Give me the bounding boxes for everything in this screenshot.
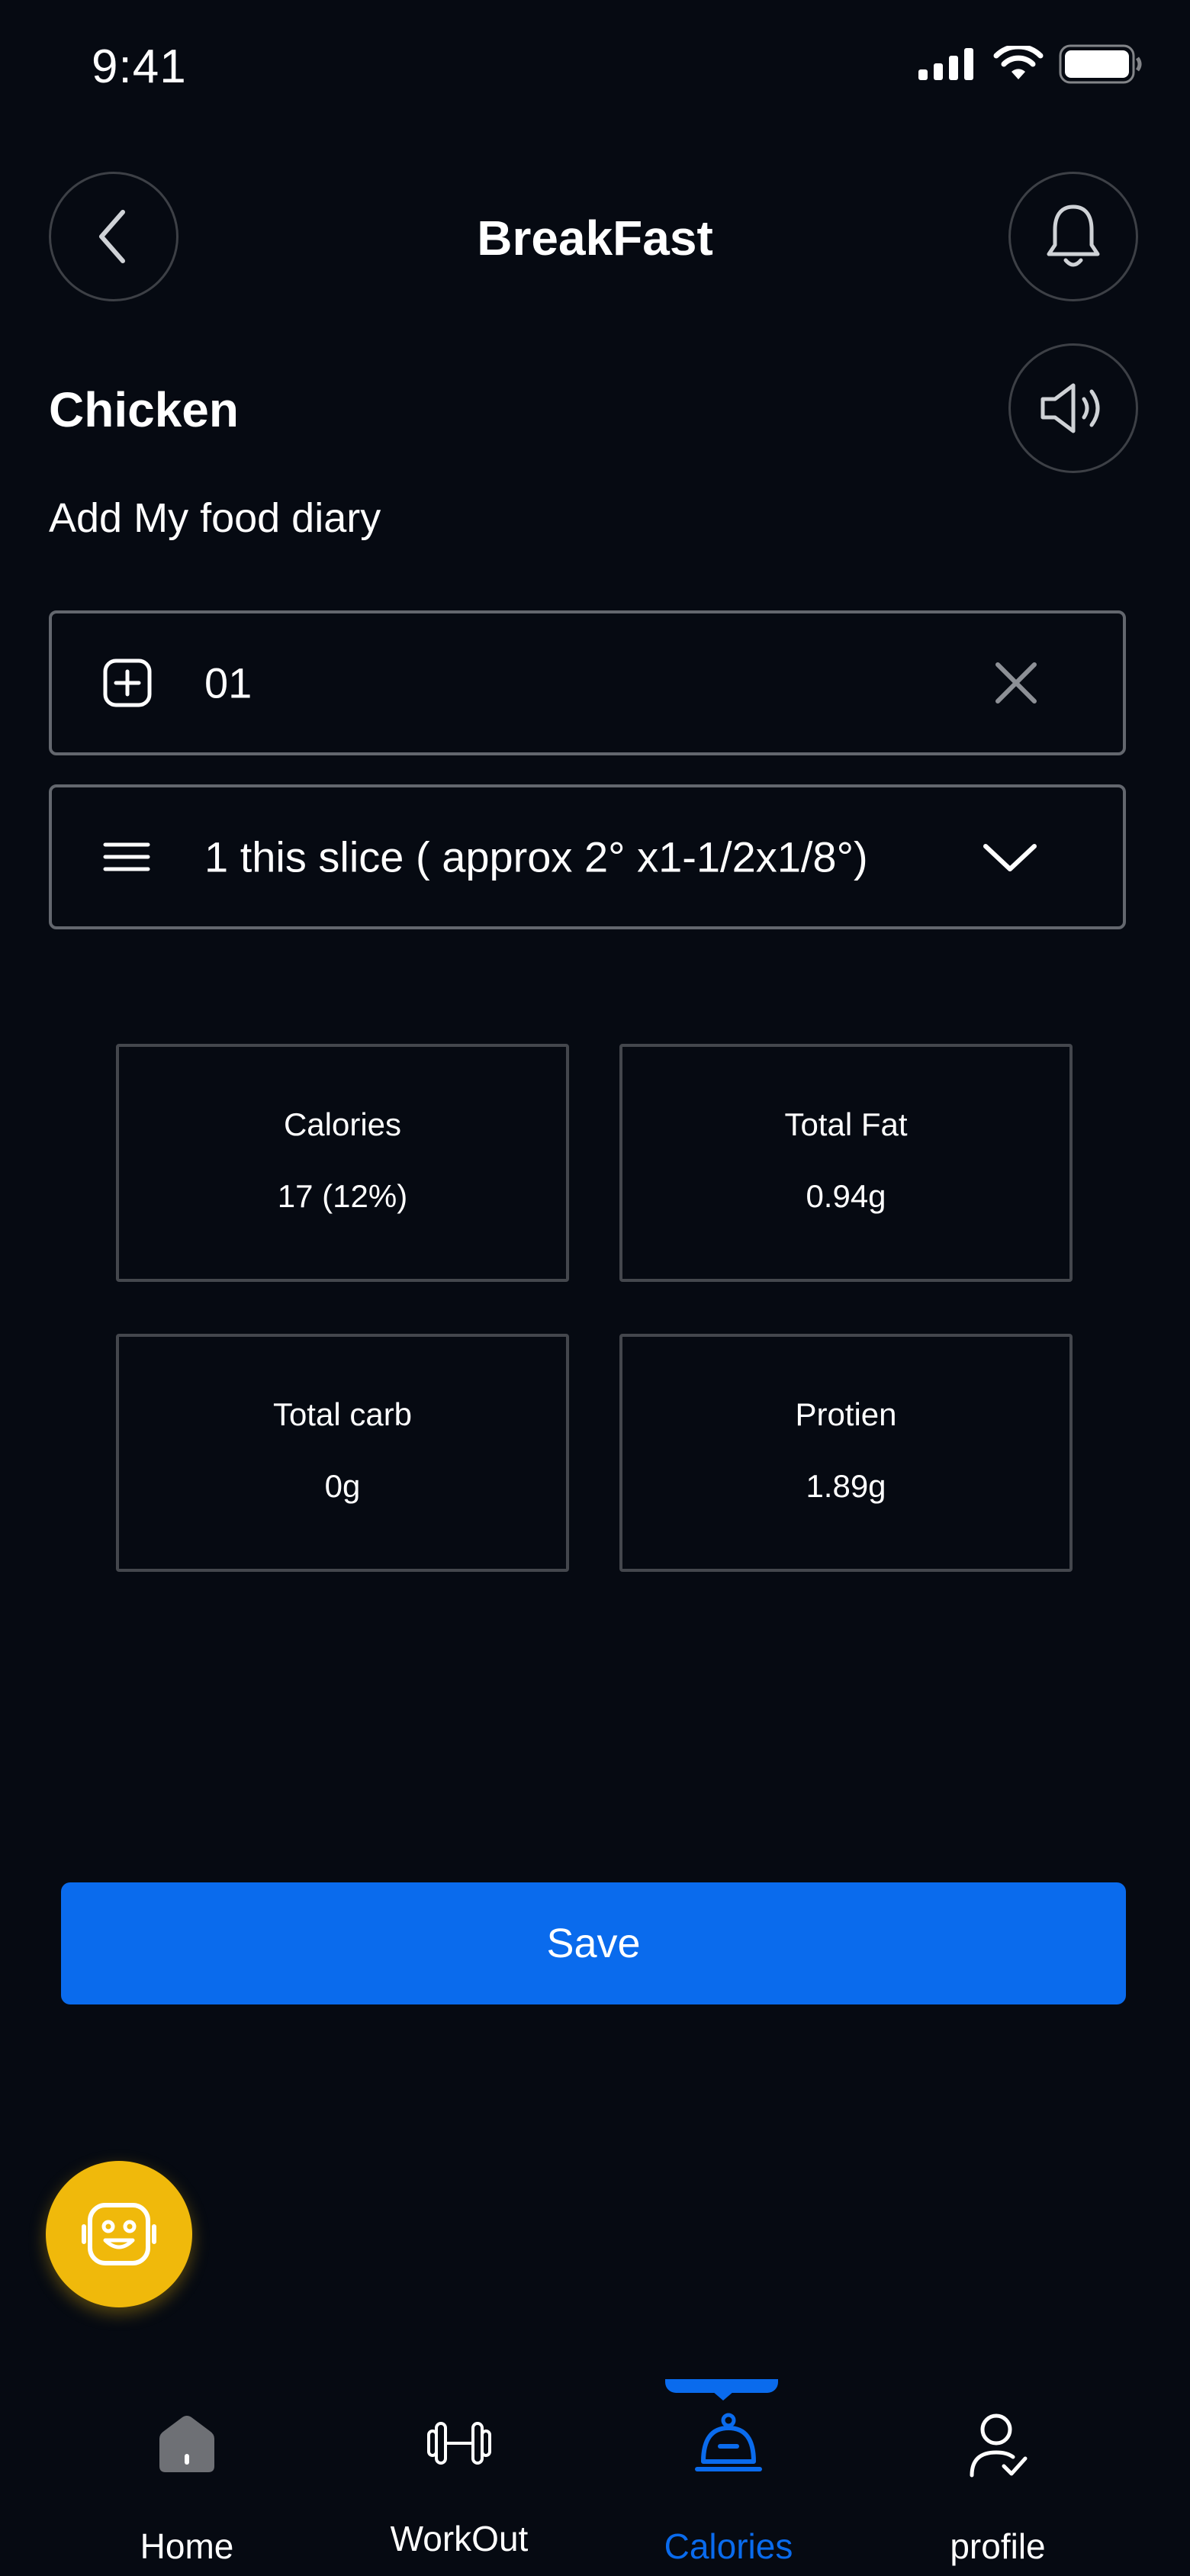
sound-button[interactable] bbox=[1008, 343, 1138, 473]
food-cloche-icon bbox=[695, 2413, 762, 2471]
assistant-bot-button[interactable] bbox=[46, 2161, 192, 2307]
nav-active-indicator-tip bbox=[712, 2391, 734, 2401]
save-button[interactable]: Save bbox=[61, 1882, 1126, 2004]
nav-item-calories[interactable]: Calories bbox=[652, 2411, 805, 2571]
nutrition-card-protein: Protien 1.89g bbox=[619, 1334, 1073, 1572]
speaker-icon bbox=[1040, 383, 1100, 433]
wifi-icon bbox=[993, 46, 1044, 79]
profile-icon bbox=[970, 2413, 1028, 2478]
food-diary-subtitle: Add My food diary bbox=[49, 495, 381, 541]
home-icon bbox=[159, 2416, 214, 2472]
quantity-field[interactable]: 01 bbox=[49, 610, 1126, 755]
nutrition-card-calories: Calories 17 (12%) bbox=[116, 1044, 569, 1282]
battery-icon bbox=[1059, 44, 1142, 84]
nutrition-value: 1.89g bbox=[806, 1468, 886, 1504]
nutrition-label: Total Fat bbox=[784, 1106, 908, 1142]
status-time: 9:41 bbox=[92, 40, 187, 93]
serving-size-value: 1 this slice ( approx 2° x1-1/2x1/8°) bbox=[204, 832, 868, 881]
serving-size-select[interactable]: 1 this slice ( approx 2° x1-1/2x1/8°) bbox=[49, 784, 1126, 929]
status-icons bbox=[917, 44, 1144, 84]
nutrition-card-total-carb: Total carb 0g bbox=[116, 1334, 569, 1572]
bell-icon bbox=[1047, 204, 1100, 267]
signal-icon bbox=[918, 48, 973, 80]
nav-label: profile bbox=[950, 2526, 1046, 2566]
dumbbell-icon bbox=[427, 2422, 491, 2465]
close-icon[interactable] bbox=[993, 660, 1039, 706]
nav-label: Calories bbox=[664, 2526, 793, 2566]
nav-item-workout[interactable]: WorkOut bbox=[383, 2411, 536, 2571]
nutrition-value: 17 (12%) bbox=[277, 1178, 408, 1214]
nutrition-card-total-fat: Total Fat 0.94g bbox=[619, 1044, 1073, 1282]
robot-face-icon bbox=[82, 2203, 156, 2265]
menu-lines-icon bbox=[102, 842, 151, 872]
nutrition-value: 0g bbox=[324, 1468, 361, 1504]
nav-item-home[interactable]: Home bbox=[111, 2411, 263, 2571]
notification-button[interactable] bbox=[1008, 172, 1138, 301]
nutrition-label: Protien bbox=[795, 1396, 897, 1432]
nav-label: WorkOut bbox=[390, 2519, 529, 2558]
nav-item-profile[interactable]: profile bbox=[921, 2411, 1074, 2571]
chevron-down-icon[interactable] bbox=[981, 840, 1039, 874]
nav-label: Home bbox=[140, 2526, 234, 2566]
quantity-input[interactable]: 01 bbox=[204, 658, 967, 708]
nutrition-label: Calories bbox=[283, 1106, 402, 1142]
plus-square-icon[interactable] bbox=[102, 658, 153, 708]
nutrition-value: 0.94g bbox=[806, 1178, 886, 1214]
nutrition-label: Total carb bbox=[272, 1396, 413, 1432]
food-name: Chicken bbox=[49, 382, 239, 437]
